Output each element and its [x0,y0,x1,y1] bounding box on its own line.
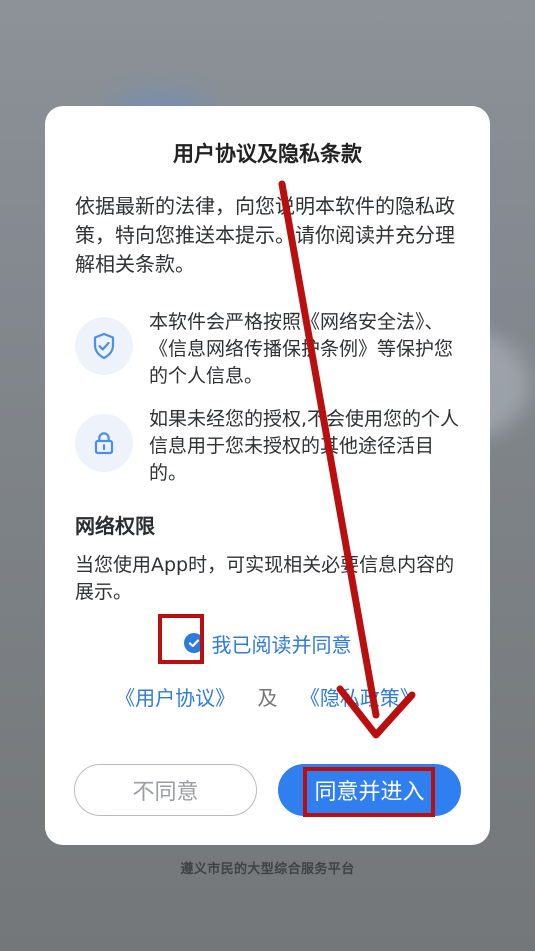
feature-item-security: 本软件会严格按照《网络安全法》、《信息网络传播保护条例》等保护您的个人信息。 [75,309,465,387]
footer-tagline: 遵义市民的大型综合服务平台 [180,862,355,877]
privacy-dialog: 用户协议及隐私条款 依据最新的法律，向您说明本软件的隐私政策，特向您推送本提示。… [45,106,490,845]
decline-button[interactable]: 不同意 [74,764,257,816]
consent-label[interactable]: 我已阅读并同意 [212,629,352,658]
feature-text-security: 本软件会严格按照《网络安全法》、《信息网络传播保护条例》等保护您的个人信息。 [149,311,454,387]
dialog-intro-text: 依据最新的法律，向您说明本软件的隐私政策，特向您推送本提示。请你阅读并充分理解相… [75,194,455,276]
feature-text-authorization: 如果未经您的授权,不会使用您的个人信息用于您未授权的其他途径活目的。 [149,408,460,484]
feature-item-authorization: 如果未经您的授权,不会使用您的个人信息用于您未授权的其他途径活目的。 [75,406,465,484]
privacy-policy-link[interactable]: 《隐私政策》 [300,686,420,710]
lock-icon [75,414,133,472]
user-agreement-link[interactable]: 《用户协议》 [115,686,235,710]
consent-checkbox-row[interactable]: 我已阅读并同意 [45,626,490,660]
checkbox-checked-icon[interactable] [183,633,204,653]
agreement-links: 《用户协议》 及 《隐私政策》 [45,682,490,711]
network-permission-title: 网络权限 [75,514,155,538]
shield-check-icon [75,317,133,375]
network-permission-text: 当您使用App时，可实现相关必要信息内容的展示。 [75,554,455,603]
dialog-title: 用户协议及隐私条款 [173,142,362,166]
agreement-separator: 及 [257,686,278,710]
accept-button[interactable]: 同意并进入 [278,764,461,816]
